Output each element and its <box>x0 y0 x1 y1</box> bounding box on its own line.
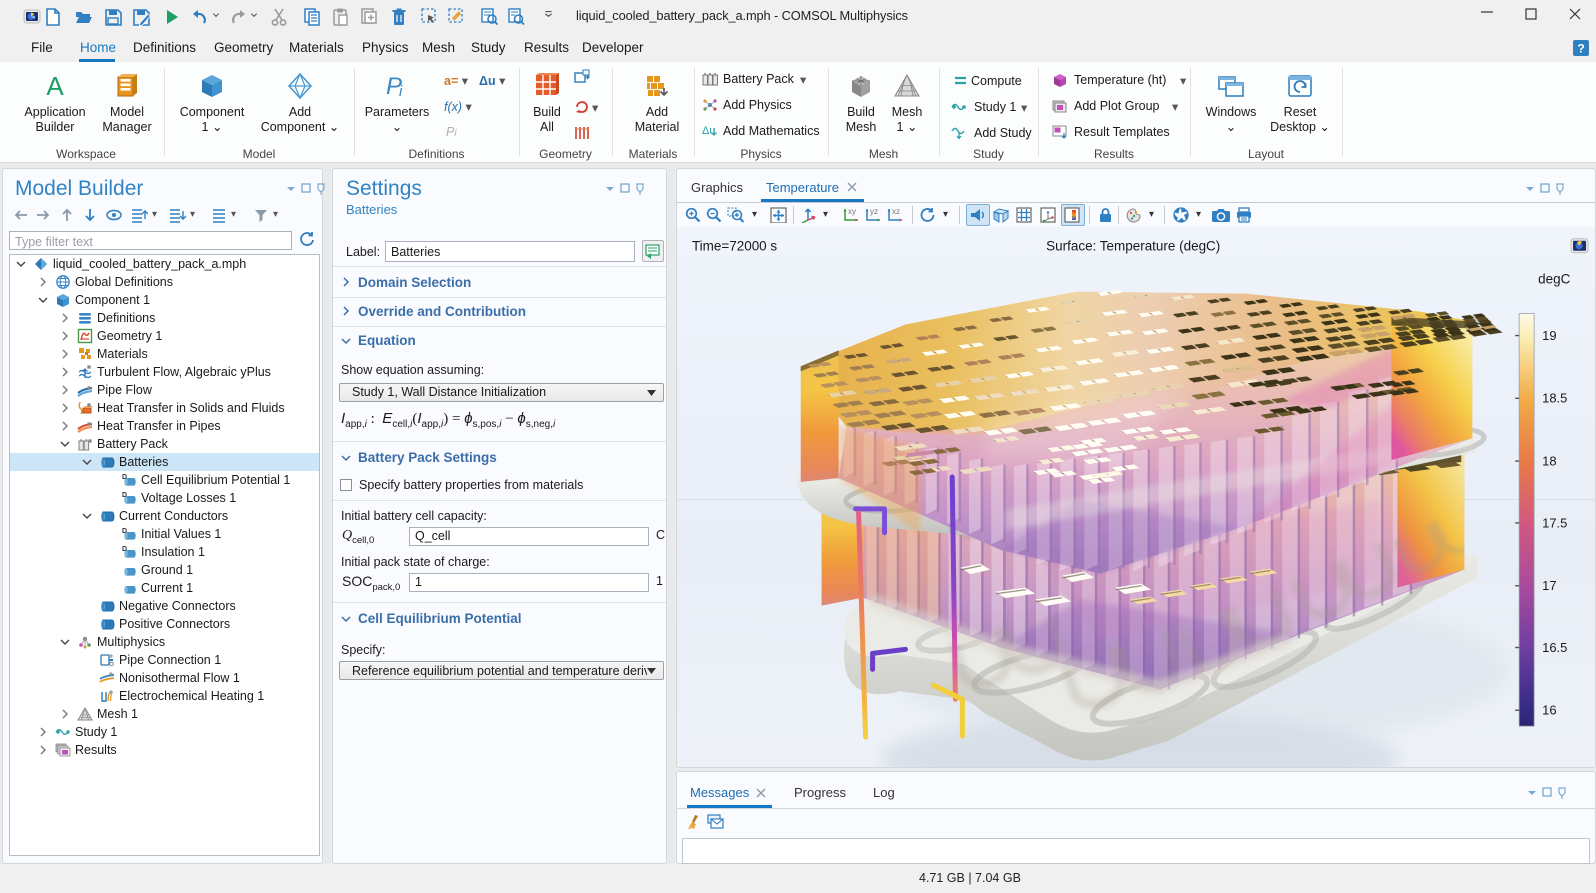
svg-text:16.5: 16.5 <box>1542 640 1567 655</box>
svg-text:17.5: 17.5 <box>1542 515 1567 530</box>
svg-text:D: D <box>122 528 127 535</box>
svg-text:17: 17 <box>1542 578 1556 593</box>
svg-text:xz: xz <box>892 207 900 216</box>
svg-text:D: D <box>122 492 127 499</box>
svg-text:D: D <box>122 546 127 553</box>
svg-text:16: 16 <box>1542 703 1556 718</box>
svg-text:18.5: 18.5 <box>1542 391 1567 406</box>
svg-text:degC: degC <box>1538 272 1570 287</box>
svg-text:A: A <box>46 72 64 100</box>
svg-text:i: i <box>399 83 403 100</box>
svg-text:19: 19 <box>1542 328 1556 343</box>
svg-text:Time=72000 s: Time=72000 s <box>692 239 777 254</box>
svg-text:xy: xy <box>848 207 856 216</box>
svg-text:D: D <box>122 474 127 481</box>
svg-text:18: 18 <box>1542 454 1556 469</box>
svg-text:?: ? <box>1577 42 1584 56</box>
svg-text:yz: yz <box>870 207 878 216</box>
svg-text:Surface: Temperature (degC): Surface: Temperature (degC) <box>1046 239 1220 254</box>
